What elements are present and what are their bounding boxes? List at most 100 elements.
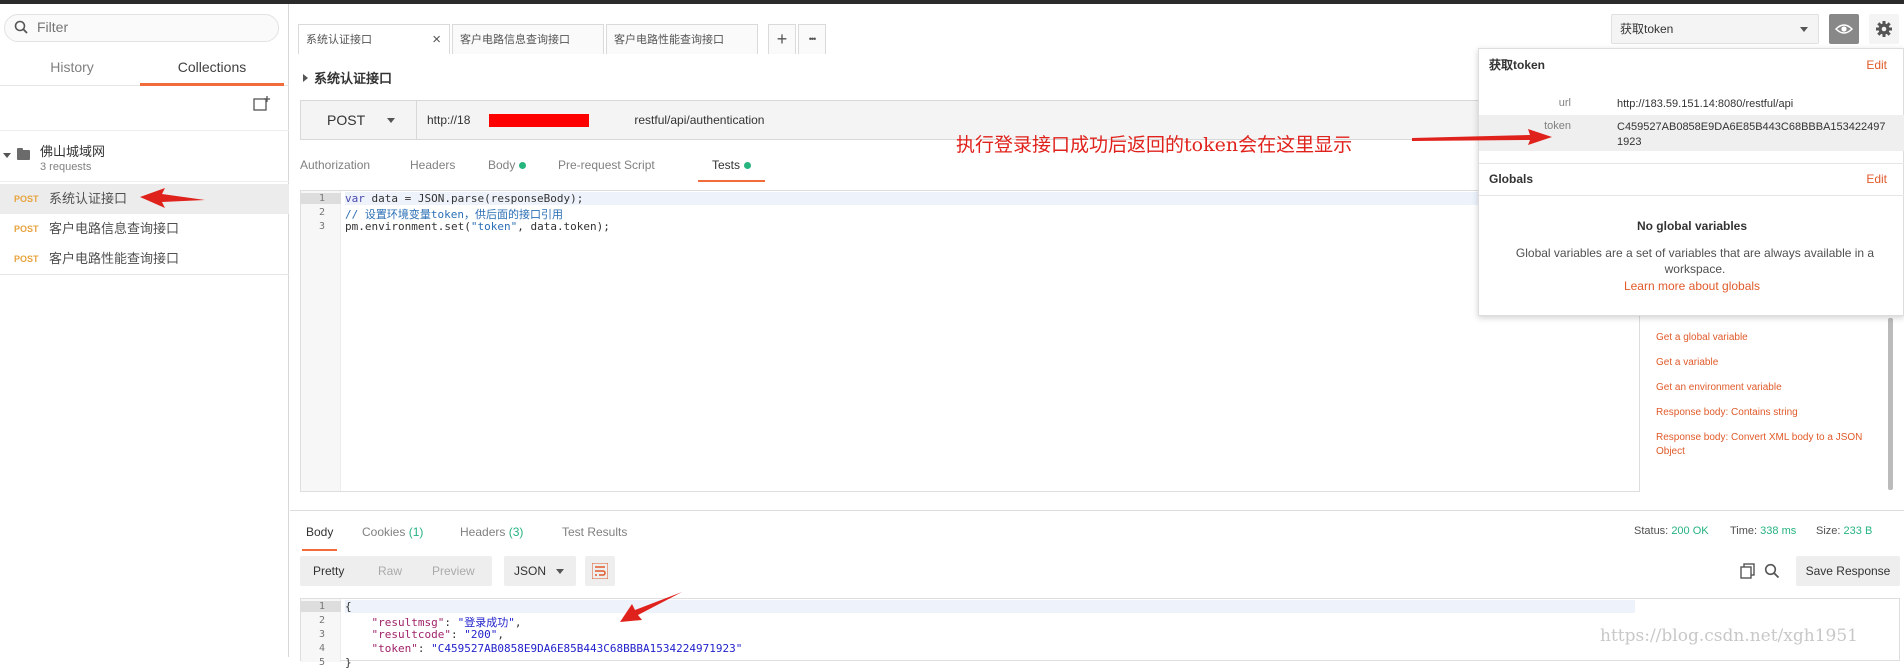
tab-pre-request-script[interactable]: Pre-request Script xyxy=(558,150,655,182)
sidebar-request-item[interactable]: POST 系统认证接口 xyxy=(0,184,289,214)
filter-box[interactable] xyxy=(4,14,279,42)
wrap-icon xyxy=(592,563,608,579)
filter-input[interactable] xyxy=(37,19,267,35)
globals-header: Globals Edit xyxy=(1479,163,1904,195)
tab-headers[interactable]: Headers xyxy=(410,150,455,182)
url-bar: POST http://18 restful/api/authentication xyxy=(300,100,1600,140)
tests-editor[interactable]: 1 2 3 var data = JSON.parse(responseBody… xyxy=(300,190,1640,492)
request-tab[interactable]: 客户电路性能查询接口 xyxy=(606,24,758,54)
request-tab[interactable]: 系统认证接口 × xyxy=(298,24,450,54)
snippets-scrollbar[interactable] xyxy=(1888,318,1893,490)
env-var-row: token C459527AB0858E9DA6E85B443C68BBBA15… xyxy=(1479,115,1904,151)
pretty-button[interactable]: Pretty xyxy=(313,556,344,586)
folder-name: 佛山城域网 xyxy=(40,144,106,159)
time-label: Time: xyxy=(1730,525,1758,537)
wrap-lines-button[interactable] xyxy=(585,556,615,586)
tab-response-body[interactable]: Body xyxy=(302,517,338,551)
code-line: var data = JSON.parse(responseBody); xyxy=(345,192,1635,205)
line-number: 2 xyxy=(319,207,326,218)
line-number: 5 xyxy=(319,657,326,668)
settings-button[interactable] xyxy=(1869,14,1899,44)
snippet-link[interactable]: Get an environment variable xyxy=(1656,381,1886,395)
method-badge: POST xyxy=(14,254,39,264)
cookies-label: Cookies xyxy=(362,525,406,539)
request-title[interactable]: 系统认证接口 xyxy=(303,68,392,87)
raw-button[interactable]: Raw xyxy=(378,556,402,586)
eye-icon xyxy=(1835,24,1853,34)
close-icon[interactable]: × xyxy=(432,25,441,55)
line-number: 1 xyxy=(301,193,341,204)
method-select[interactable]: POST xyxy=(301,101,417,139)
response-toolbar: Pretty Raw Preview JSON Save Response xyxy=(300,556,1904,586)
redaction-mark xyxy=(489,114,589,127)
tab-tests[interactable]: Tests xyxy=(698,150,766,182)
line-number: 3 xyxy=(319,629,326,640)
response-bar: Body Cookies (1) Headers (3) Test Result… xyxy=(290,510,1904,551)
divider xyxy=(1479,195,1904,196)
collection-folder[interactable]: 佛山城域网 3 requests xyxy=(0,130,289,182)
learn-more-link[interactable]: Learn more about globals xyxy=(1479,279,1904,293)
request-tab[interactable]: 客户电路信息查询接口 xyxy=(452,24,604,54)
new-tab-button[interactable]: + xyxy=(768,24,796,54)
sidebar-request-item[interactable]: POST 客户电路信息查询接口 xyxy=(0,214,289,244)
method-badge: POST xyxy=(14,224,39,234)
format-select[interactable]: JSON xyxy=(504,556,576,586)
json-value: "200" xyxy=(464,628,498,641)
environment-header: 获取token Edit xyxy=(1479,49,1904,81)
line-number: 3 xyxy=(319,221,326,232)
environment-value: 获取token xyxy=(1620,22,1674,36)
sidebar: History Collections 佛山城域网 3 requests POS… xyxy=(0,4,289,657)
status-info: Status: 200 OK xyxy=(1634,525,1709,537)
json-line: } xyxy=(345,656,352,669)
environment-quick-look-popup: 获取token Edit url http://183.59.151.14:808… xyxy=(1478,48,1904,316)
tab-authorization[interactable]: Authorization xyxy=(300,150,370,182)
chevron-down-icon xyxy=(1800,27,1808,32)
code-line: pm.environment.set("token", data.token); xyxy=(345,220,610,233)
chevron-down-icon[interactable] xyxy=(3,153,11,158)
environment-quick-look-button[interactable] xyxy=(1829,14,1859,44)
search-icon[interactable] xyxy=(1764,563,1780,579)
code-keyword: var xyxy=(345,192,365,205)
size-value: 233 B xyxy=(1843,525,1873,537)
time-info: Time: 338 ms xyxy=(1730,525,1796,537)
tab-collections[interactable]: Collections xyxy=(140,50,284,86)
environment-title: 获取token xyxy=(1489,58,1546,72)
gear-icon xyxy=(1876,21,1892,37)
watermark: https://blog.csdn.net/xgh1951 xyxy=(1600,626,1858,646)
sidebar-request-item[interactable]: POST 客户电路性能查询接口 xyxy=(0,244,289,274)
env-var-key: url xyxy=(1558,97,1571,109)
line-gutter: 1 2 3 xyxy=(301,191,341,491)
code-text: , data.token); xyxy=(517,220,610,233)
save-response-button[interactable]: Save Response xyxy=(1796,556,1900,586)
url-input[interactable]: http://18 restful/api/authentication xyxy=(427,101,764,139)
code-text: data = JSON.parse(responseBody); xyxy=(364,192,584,205)
edit-globals-link[interactable]: Edit xyxy=(1866,163,1887,195)
snippet-link[interactable]: Response body: Contains string xyxy=(1656,406,1886,420)
copy-icon[interactable] xyxy=(1740,563,1756,579)
preview-button[interactable]: Preview xyxy=(432,556,475,586)
snippet-link[interactable]: Response body: Convert XML body to a JSO… xyxy=(1656,431,1886,459)
tab-test-results[interactable]: Test Results xyxy=(562,517,627,551)
snippet-link[interactable]: Get a variable xyxy=(1656,356,1886,370)
environment-select[interactable]: 获取token xyxy=(1611,14,1819,44)
more-tabs-button[interactable]: ••• xyxy=(798,24,826,54)
tab-cookies[interactable]: Cookies (1) xyxy=(362,517,423,551)
folder-request-count: 3 requests xyxy=(40,161,92,173)
env-var-value: C459527AB0858E9DA6E85B443C68BBBA15342249… xyxy=(1617,121,1886,148)
tab-body[interactable]: Body xyxy=(488,150,527,182)
size-label: Size: xyxy=(1816,525,1841,537)
new-collection-icon[interactable] xyxy=(252,94,272,114)
tab-response-headers[interactable]: Headers (3) xyxy=(460,517,523,551)
tab-history[interactable]: History xyxy=(0,50,144,86)
request-tab-label: 系统认证接口 xyxy=(306,34,372,46)
edit-environment-link[interactable]: Edit xyxy=(1866,49,1887,81)
size-info: Size: 233 B xyxy=(1816,525,1872,537)
request-name: 客户电路信息查询接口 xyxy=(49,221,180,236)
tab-tests-label: Tests xyxy=(712,158,741,172)
method-badge: POST xyxy=(14,194,39,204)
folder-icon xyxy=(17,148,30,160)
snippet-link[interactable]: Get a global variable xyxy=(1656,331,1886,345)
json-line: "token": "C459527AB0858E9DA6E85B443C68BB… xyxy=(371,642,743,655)
sidebar-tabs: History Collections xyxy=(0,50,289,86)
line-gutter: 1 2 3 4 5 xyxy=(301,599,341,668)
